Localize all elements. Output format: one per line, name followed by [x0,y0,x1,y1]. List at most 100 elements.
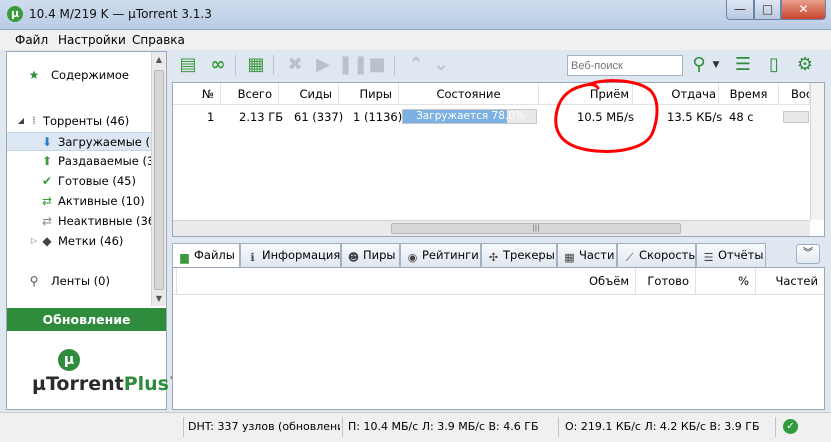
row-size: 2.13 ГБ [239,110,284,124]
sidebar-item-seeding[interactable]: ⬆ Раздаваемые (33) [7,152,152,171]
remove-icon[interactable]: ✖ [283,53,307,77]
col-down-speed[interactable]: Приём [539,83,633,105]
files-col-pieces[interactable]: Частей [756,268,824,295]
files-col-spacer [177,268,636,295]
toolbar-separator [235,55,236,75]
search-icon[interactable]: ⚲ [687,53,711,77]
sidebar-scrollbar[interactable]: ▲ ▼ [151,52,166,306]
tab-info[interactable]: ℹ Информация [240,243,341,267]
scroll-up-icon[interactable]: ▲ [152,52,166,67]
web-search-input[interactable] [567,55,683,76]
status-dht[interactable]: DHT: 337 узлов (обновление) [188,418,340,436]
row-eta: 48 с [729,110,754,124]
files-panel: Объём Готово % Частей [172,267,825,410]
col-seeds[interactable]: Сиды [279,83,339,105]
speed-icon: ⟋ [625,251,634,264]
sidebar-item-labels[interactable]: ▷ ◆ Метки (46) [7,232,152,251]
progress-bar: Загружается 78.0% [402,109,537,124]
col-eta[interactable]: Время [719,83,779,105]
scroll-down-icon[interactable]: ▼ [152,291,166,306]
torrents-icon: ⁞ [32,114,36,127]
inactive-arrows-icon: ⇄ [41,214,53,228]
utorrent-icon: µ [7,6,23,22]
add-url-icon[interactable]: ∞ [206,53,230,77]
row-down-speed: 10.5 МБ/s [577,110,634,124]
search-dropdown-icon[interactable]: ▼ [710,53,722,77]
tab-pieces[interactable]: ▦ Части [557,243,617,267]
files-col-percent[interactable]: % [696,268,756,295]
up-arrow-icon: ⬆ [41,154,53,168]
status-download[interactable]: П: 10.4 МБ/с Л: 3.9 МБ/с В: 4.6 ГБ [348,418,554,436]
menu-settings[interactable]: Настройки [58,33,126,47]
files-col-done[interactable]: Готово [636,268,696,295]
menu-file[interactable]: Файл [15,33,48,47]
list-vertical-scrollbar[interactable] [810,83,824,220]
row-peers: 1 (1136) [353,110,403,124]
checkmark-icon: ✔ [41,174,53,188]
row-status: Загружается 78.0% [416,110,525,122]
tab-trackers[interactable]: ✣ Трекеры [481,243,557,267]
sidebar-item-label: Торренты (46) [43,114,130,128]
maximize-button[interactable]: □ [754,0,781,20]
stop-icon[interactable]: ■ [365,53,389,77]
col-num[interactable]: № [173,83,221,105]
tab-logger[interactable]: ☰ Отчёты [696,243,766,267]
close-button[interactable]: ✕ [781,0,826,20]
sidebar-item-completed[interactable]: ✔ Готовые (45) [7,172,152,191]
tab-files[interactable]: ▆ Файлы [172,243,240,268]
scroll-thumb[interactable]: ||| [391,223,681,234]
logger-icon: ☰ [703,251,714,264]
row-num: 1 [207,110,215,124]
expand-arrow-icon[interactable]: ▷ [27,234,41,248]
sidebar-item-label: Неактивные (36) [58,214,152,228]
sidebar-item-label: Готовые (45) [58,174,136,188]
utorrent-plus-logo[interactable]: µTorrentPlus™ [32,373,177,395]
torrent-list: № Всего Сиды Пиры Состояние Приём Отдача… [172,82,825,237]
sidebar-item-feeds[interactable]: ⚲ Ленты (0) [7,272,152,291]
active-arrows-icon: ⇄ [41,194,53,208]
sidebar-item-content[interactable]: ★ Содержимое [7,66,152,85]
tab-label: Трекеры [503,248,555,262]
status-divider [183,417,184,437]
tab-label: Скорость [639,248,696,262]
list-horizontal-scrollbar[interactable]: ||| [173,220,810,236]
tab-ratings[interactable]: ◉ Рейтинги [400,243,481,267]
col-status[interactable]: Состояние [399,83,539,105]
create-torrent-icon[interactable]: ▦ [244,53,268,77]
gear-icon[interactable]: ⚙ [793,53,817,77]
toolbar-separator [273,55,274,75]
list-view-icon[interactable]: ☰ [731,53,755,77]
logo-prefix: µTorrent [32,373,124,395]
pieces-icon: ▦ [564,251,575,264]
col-up-speed[interactable]: Отдача [633,83,719,105]
pause-icon[interactable]: ❚❚ [338,53,368,77]
tab-label: Пиры [363,248,396,262]
title-bar: µ 10.4 M/219 K — µTorrent 3.1.3 — □ ✕ [0,0,831,30]
col-peers[interactable]: Пиры [339,83,399,105]
remote-icon[interactable]: ▯ [762,53,786,77]
col-playback[interactable]: Восп [779,83,810,105]
tab-peers[interactable]: ☻ Пиры [341,243,400,267]
start-icon[interactable]: ▶ [311,53,335,77]
menu-help[interactable]: Справка [132,33,185,47]
scroll-thumb[interactable] [154,70,164,290]
move-up-icon[interactable]: ⌃ [404,53,428,77]
status-upload[interactable]: О: 219.1 КБ/с Л: 4.2 КБ/с В: 3.9 ГБ [565,418,771,436]
sidebar: ★ Содержимое ◢ ⁞ Торренты (46) ⬇ Загружа… [6,51,177,410]
files-col-size[interactable]: Объём [576,268,636,295]
collapse-panel-button[interactable]: ︾ [796,244,820,264]
move-down-icon[interactable]: ⌄ [429,53,453,77]
sidebar-item-torrents[interactable]: ◢ ⁞ Торренты (46) [7,112,152,131]
sidebar-item-label: Ленты (0) [51,274,110,288]
col-size[interactable]: Всего [221,83,279,105]
sidebar-item-downloading[interactable]: ⬇ Загружаемые (1) [7,132,152,151]
update-button[interactable]: Обновление [7,308,166,331]
utorrent-plus-logo-icon[interactable]: µ [58,349,80,371]
expand-triangle-icon[interactable]: ◢ [14,114,28,128]
sidebar-item-inactive[interactable]: ⇄ Неактивные (36) [7,212,152,231]
network-ok-icon[interactable]: ✓ [783,419,798,434]
sidebar-item-active[interactable]: ⇄ Активные (10) [7,192,152,211]
tab-speed[interactable]: ⟋ Скорость [617,243,696,267]
add-torrent-icon[interactable]: ▤ [176,53,200,77]
minimize-button[interactable]: — [726,0,754,20]
